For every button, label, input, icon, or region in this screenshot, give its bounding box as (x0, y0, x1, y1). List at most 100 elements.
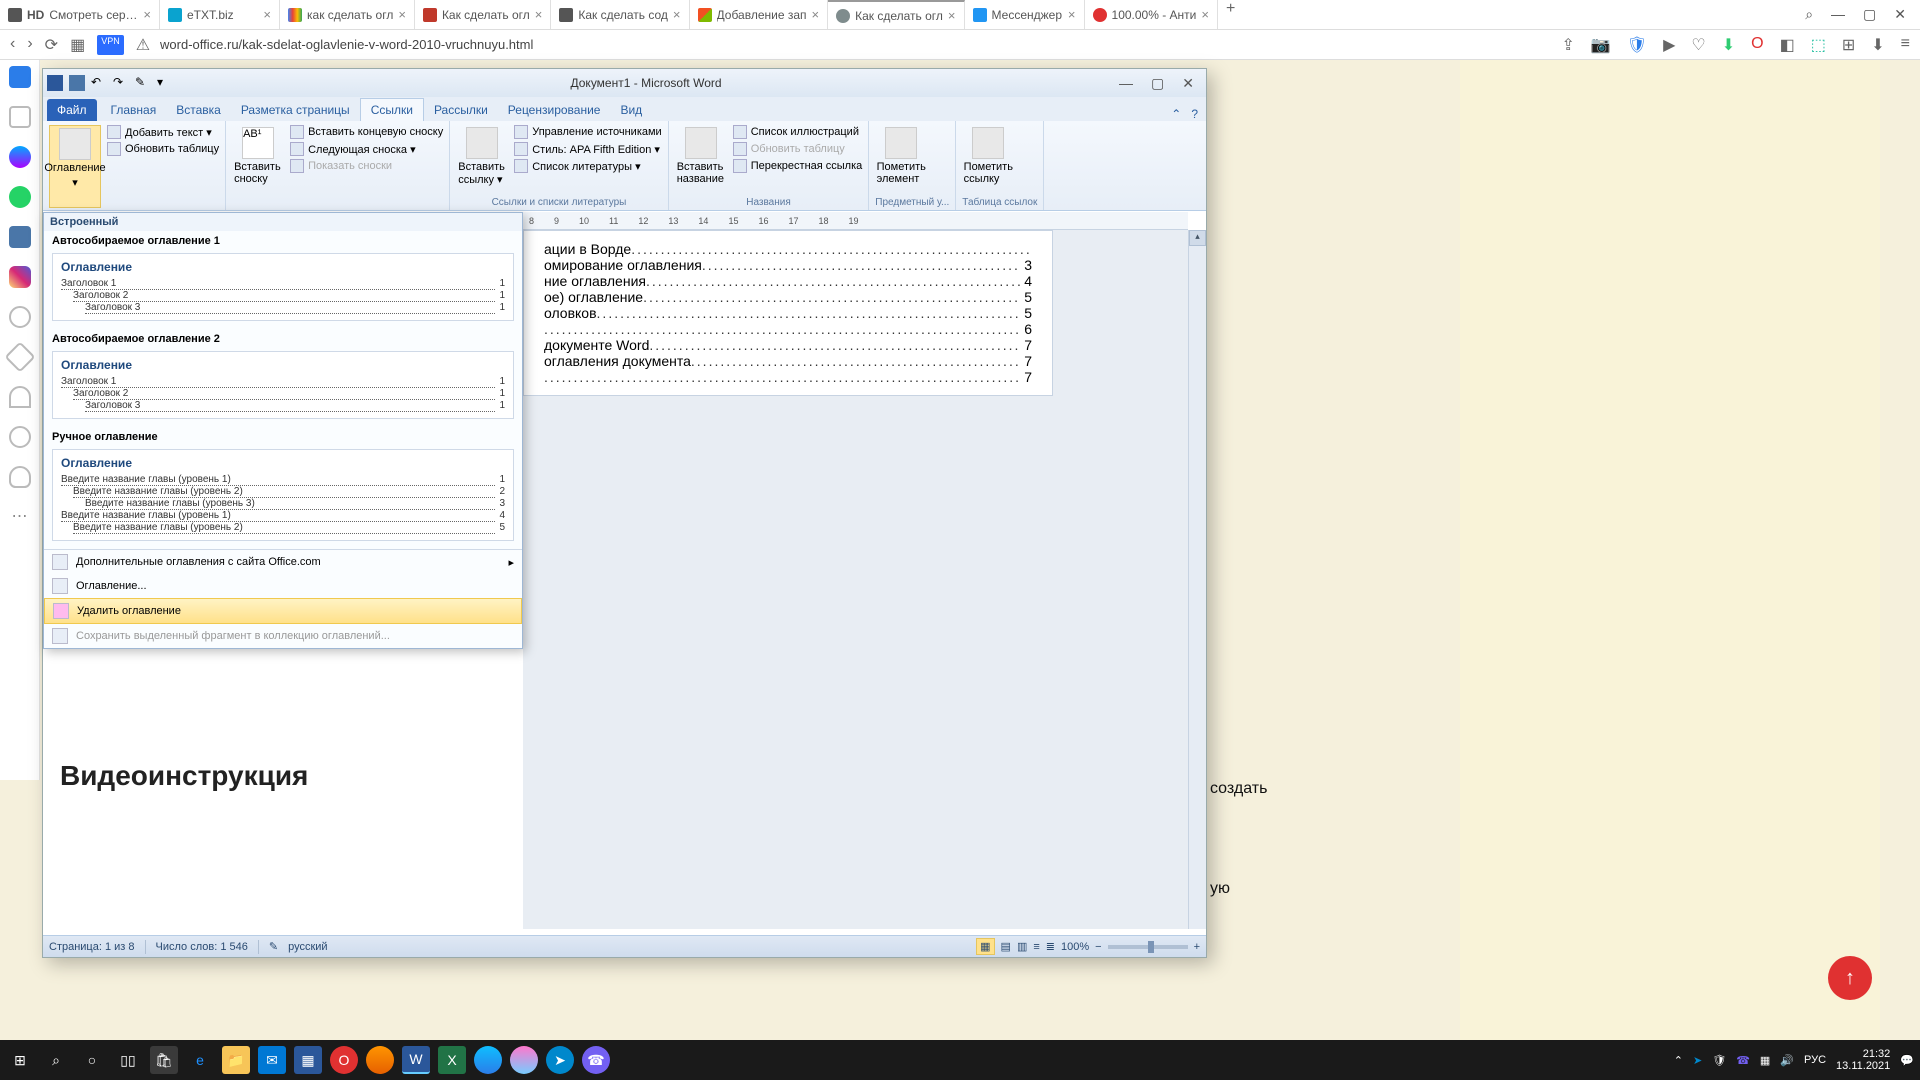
status-page[interactable]: Страница: 1 из 8 (49, 941, 135, 953)
taskbar-clock[interactable]: 21:32 13.11.2021 (1836, 1048, 1890, 1072)
shield-icon[interactable]: 🛡 (1627, 35, 1647, 55)
tray-icon[interactable]: ➤ (1693, 1054, 1702, 1067)
view-draft-icon[interactable]: ≣ (1046, 940, 1055, 953)
close-icon[interactable]: × (398, 7, 406, 22)
app2-icon[interactable] (510, 1046, 538, 1074)
horizontal-ruler[interactable]: 8910111213141516171819 (523, 212, 1188, 230)
view-web-icon[interactable]: ▥ (1017, 940, 1027, 953)
next-footnote-button[interactable]: Следующая сноска ▾ (290, 142, 443, 156)
start-button[interactable]: ⊞ (6, 1046, 34, 1074)
manage-sources-button[interactable]: Управление источниками (514, 125, 661, 139)
ie-icon[interactable]: e (186, 1046, 214, 1074)
add-text-button[interactable]: Добавить текст ▾ (107, 125, 219, 139)
opera-icon[interactable]: O (1751, 35, 1763, 55)
explorer-icon[interactable]: 📁 (222, 1046, 250, 1074)
close-icon[interactable]: × (812, 7, 820, 22)
ext4-icon[interactable]: ⊞ (1842, 35, 1855, 55)
insert-endnote-button[interactable]: Вставить концевую сноску (290, 125, 443, 139)
player-icon[interactable] (9, 306, 31, 328)
clock-icon[interactable] (9, 426, 31, 448)
maximize-icon[interactable]: ▢ (1863, 6, 1876, 23)
insert-footnote-button[interactable]: AB¹Вставить сноску (232, 125, 284, 208)
heart-icon[interactable]: ♡ (1691, 35, 1705, 55)
play-icon[interactable]: ▶ (1663, 35, 1675, 55)
download2-icon[interactable]: ⬇ (1871, 35, 1884, 55)
mail-icon[interactable]: ✉ (258, 1046, 286, 1074)
vpn-badge[interactable]: VPN (97, 35, 124, 55)
mark-entry-button[interactable]: Пометить элемент (875, 125, 927, 197)
style-select[interactable]: Стиль: APA Fifth Edition ▾ (514, 142, 661, 156)
cortana-icon[interactable]: ○ (78, 1046, 106, 1074)
mark-citation-button[interactable]: Пометить ссылку (962, 125, 1014, 197)
home-icon[interactable] (9, 66, 31, 88)
zoom-slider[interactable] (1108, 945, 1188, 949)
browser-tab[interactable]: как сделать огл× (280, 0, 415, 29)
qat-icon[interactable]: ✎ (135, 75, 151, 91)
task-view-icon[interactable]: ▯▯ (114, 1046, 142, 1074)
tab-references[interactable]: Ссылки (360, 98, 424, 121)
toc-button[interactable]: Оглавление▾ (49, 125, 101, 208)
scroll-up-icon[interactable]: ▴ (1189, 230, 1206, 246)
tray-sound-icon[interactable]: 🔊 (1780, 1054, 1794, 1067)
tray-icon[interactable]: ▦ (1760, 1054, 1770, 1067)
vertical-scrollbar[interactable]: ▴ (1188, 230, 1206, 929)
vk-icon[interactable] (9, 226, 31, 248)
browser-tab[interactable]: eTXT.biz× (160, 0, 280, 29)
bulb-icon[interactable] (9, 466, 31, 488)
nav-back-icon[interactable]: ‹ (10, 35, 15, 55)
telegram-icon[interactable]: ➤ (546, 1046, 574, 1074)
zoom-in-icon[interactable]: + (1194, 941, 1200, 953)
edge-icon[interactable] (474, 1046, 502, 1074)
bibliography-button[interactable]: Список литературы ▾ (514, 159, 661, 173)
close-icon[interactable]: × (1201, 7, 1209, 22)
close-icon[interactable]: × (673, 7, 681, 22)
gallery-item-title[interactable]: Ручное оглавление (44, 427, 522, 447)
messenger-icon[interactable] (9, 146, 31, 168)
tray-lang[interactable]: РУС (1804, 1054, 1826, 1066)
custom-toc[interactable]: Оглавление... (44, 574, 522, 598)
heart2-icon[interactable] (9, 386, 31, 408)
ext2-icon[interactable]: ◧ (1780, 35, 1795, 55)
close-icon[interactable]: × (1068, 7, 1076, 22)
whatsapp-icon[interactable] (9, 186, 31, 208)
ext3-icon[interactable]: ⬚ (1811, 35, 1826, 55)
notifications-icon[interactable]: 💬 (1900, 1054, 1914, 1067)
tray-icon[interactable]: ⌃ (1674, 1054, 1683, 1067)
scroll-top-button[interactable]: ↑ (1828, 956, 1872, 1000)
gallery-item-title[interactable]: Автособираемое оглавление 2 (44, 329, 522, 349)
more-icon[interactable]: ⋯ (9, 506, 31, 528)
download-icon[interactable]: ⬇ (1722, 35, 1735, 55)
tab-mailings[interactable]: Рассылки (424, 99, 498, 121)
browser-tab[interactable]: Добавление зап× (690, 0, 829, 29)
close-icon[interactable]: × (948, 8, 956, 23)
remove-toc[interactable]: Удалить оглавление (44, 598, 522, 624)
document-page[interactable]: ации в Ворде омирование оглавления3 ние … (523, 230, 1053, 396)
excel-icon[interactable]: X (438, 1046, 466, 1074)
app-icon[interactable]: ▦ (294, 1046, 322, 1074)
maximize-icon[interactable]: ▢ (1151, 75, 1164, 92)
help-icon[interactable]: ? (1191, 107, 1198, 121)
spell-icon[interactable]: ✎ (269, 940, 278, 953)
browser-tab[interactable]: Как сделать огл× (415, 0, 551, 29)
gallery-preview[interactable]: Оглавление Введите название главы (урове… (52, 449, 514, 541)
view-print-icon[interactable]: ▦ (976, 938, 994, 955)
document-area[interactable]: ации в Ворде омирование оглавления3 ние … (523, 230, 1188, 929)
close-icon[interactable]: × (535, 7, 543, 22)
tab-home[interactable]: Главная (101, 99, 167, 121)
tab-view[interactable]: Вид (610, 99, 652, 121)
search-button[interactable]: ⌕ (42, 1046, 70, 1074)
word-taskbar-icon[interactable]: W (402, 1046, 430, 1074)
gallery-preview[interactable]: Оглавление Заголовок 11 Заголовок 21 Заг… (52, 351, 514, 419)
redo-icon[interactable]: ↷ (113, 75, 129, 91)
more-toc-online[interactable]: Дополнительные оглавления с сайта Office… (44, 550, 522, 574)
gallery-item-title[interactable]: Автособираемое оглавление 1 (44, 231, 522, 251)
zoom-level[interactable]: 100% (1061, 941, 1089, 953)
tab-review[interactable]: Рецензирование (498, 99, 611, 121)
opera-taskbar-icon[interactable]: O (330, 1046, 358, 1074)
browser-tab-active[interactable]: Как сделать огл× (828, 0, 964, 29)
tab-file[interactable]: Файл (47, 99, 97, 121)
insert-citation-button[interactable]: Вставить ссылку ▾ (456, 125, 508, 197)
close-window-icon[interactable]: ✕ (1894, 6, 1906, 23)
close-icon[interactable]: ✕ (1182, 75, 1194, 92)
close-icon[interactable]: × (143, 7, 151, 22)
